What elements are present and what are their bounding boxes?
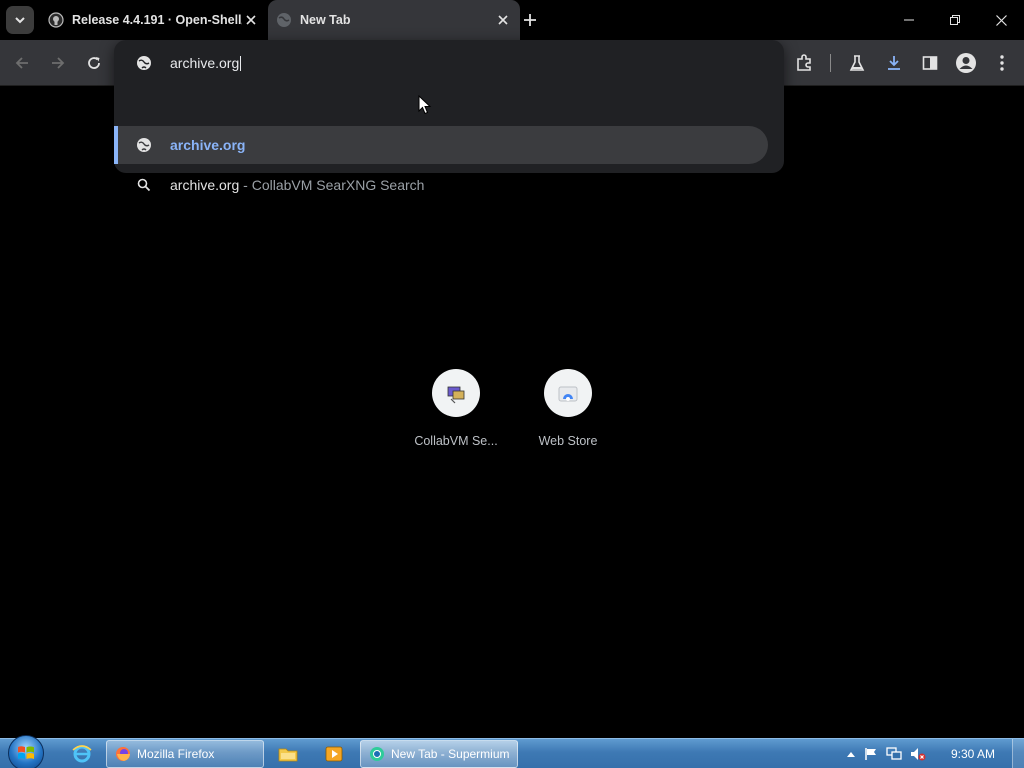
close-tab-icon[interactable] (494, 11, 512, 29)
back-button[interactable] (8, 49, 36, 77)
suggestion-search[interactable]: archive.org - CollabVM SearXNG Search (114, 166, 768, 204)
arrow-right-icon (52, 57, 65, 69)
suggestion-text: archive.org (170, 177, 240, 193)
volume-tray-button[interactable] (906, 747, 930, 761)
globe-icon (136, 55, 152, 76)
address-input-value: archive.org (170, 55, 240, 71)
minimize-button[interactable] (886, 0, 932, 40)
tab-strip: Release 4.4.191 · Open-Shell/Open-Shell-… (0, 0, 1024, 40)
side-panel-button[interactable] (916, 49, 944, 77)
mouse-cursor-icon (418, 95, 432, 115)
tab-title: New Tab (300, 13, 351, 27)
address-bar[interactable]: archive.org (114, 40, 784, 86)
downloads-button[interactable] (880, 49, 908, 77)
minimize-icon (904, 19, 914, 21)
globe-icon (276, 12, 292, 28)
show-desktop-button[interactable] (1012, 739, 1024, 768)
toolbar-divider (830, 54, 831, 72)
reload-button[interactable] (80, 49, 108, 77)
tab-new-tab[interactable]: New Tab (268, 0, 520, 40)
restore-button[interactable] (932, 0, 978, 40)
forward-button[interactable] (44, 49, 72, 77)
collabvm-icon (432, 369, 480, 417)
pinned-explorer[interactable] (268, 741, 308, 767)
search-icon (136, 177, 152, 196)
kebab-menu-icon (1000, 55, 1004, 71)
web-store-icon (544, 369, 592, 417)
text-caret (240, 56, 242, 71)
close-window-button[interactable] (978, 0, 1024, 40)
media-player-icon (325, 746, 343, 762)
firefox-icon (116, 747, 130, 761)
windows-taskbar: Mozilla Firefox New Tab - Supermium 9:30… (0, 735, 1024, 768)
shortcut-web-store[interactable]: Web Store (512, 369, 624, 459)
flask-icon (849, 55, 865, 71)
close-tab-icon[interactable] (242, 11, 260, 29)
task-label: Mozilla Firefox (137, 747, 215, 761)
avatar-icon (956, 53, 976, 73)
restore-icon (950, 15, 960, 25)
windows-logo-icon (18, 746, 34, 759)
system-tray (842, 739, 930, 768)
omnibox-popup: archive.org archive.org archive.org - Co… (114, 40, 784, 193)
task-supermium[interactable]: New Tab - Supermium (360, 740, 518, 768)
suggestion-row: archive.org - CollabVM SearXNG Search (170, 177, 424, 193)
suggestion-description: CollabVM SearXNG Search (251, 177, 425, 193)
suggestion-url[interactable]: archive.org (114, 126, 768, 164)
menu-button[interactable] (988, 49, 1016, 77)
pinned-internet-explorer[interactable] (62, 741, 102, 767)
suggestion-text: archive.org (170, 137, 246, 153)
tab-title: Release 4.4.191 · Open-Shell/Open-Shell-… (72, 13, 242, 27)
flag-icon (865, 748, 876, 760)
show-hidden-icons-button[interactable] (842, 751, 860, 757)
tab-release[interactable]: Release 4.4.191 · Open-Shell/Open-Shell-… (40, 0, 268, 40)
task-label: New Tab - Supermium (391, 747, 510, 761)
action-center-flag[interactable] (860, 747, 882, 761)
internet-explorer-icon (72, 745, 92, 763)
volume-muted-icon (911, 748, 926, 761)
shortcut-collabvm[interactable]: CollabVM Se... (400, 369, 512, 459)
tab-search-button[interactable] (6, 6, 34, 34)
chevron-up-icon (847, 752, 855, 757)
labs-button[interactable] (843, 49, 871, 77)
address-input[interactable]: archive.org (170, 55, 242, 71)
arrow-left-icon (15, 57, 28, 69)
network-icon (886, 747, 902, 760)
globe-icon (136, 137, 152, 156)
shortcut-label: CollabVM Se... (414, 434, 498, 448)
github-icon (48, 12, 64, 28)
pinned-media-player[interactable] (314, 741, 354, 767)
plus-icon (524, 14, 536, 26)
shortcut-label: Web Store (538, 434, 598, 448)
new-tab-button[interactable] (518, 8, 542, 32)
reload-icon (88, 57, 100, 69)
profile-button[interactable] (952, 49, 980, 77)
task-firefox[interactable]: Mozilla Firefox (106, 740, 264, 768)
network-tray-button[interactable] (882, 747, 906, 761)
start-button[interactable] (8, 735, 44, 768)
folder-icon (278, 748, 298, 762)
close-icon (995, 14, 1007, 26)
suggestion-separator: - (239, 177, 252, 193)
taskbar-clock[interactable]: 9:30 AM (938, 747, 1008, 761)
extensions-button[interactable] (790, 49, 818, 77)
supermium-icon (370, 747, 384, 761)
puzzle-icon (797, 54, 811, 71)
download-icon (888, 56, 900, 70)
side-panel-icon (922, 56, 938, 70)
chevron-down-icon (15, 17, 25, 24)
